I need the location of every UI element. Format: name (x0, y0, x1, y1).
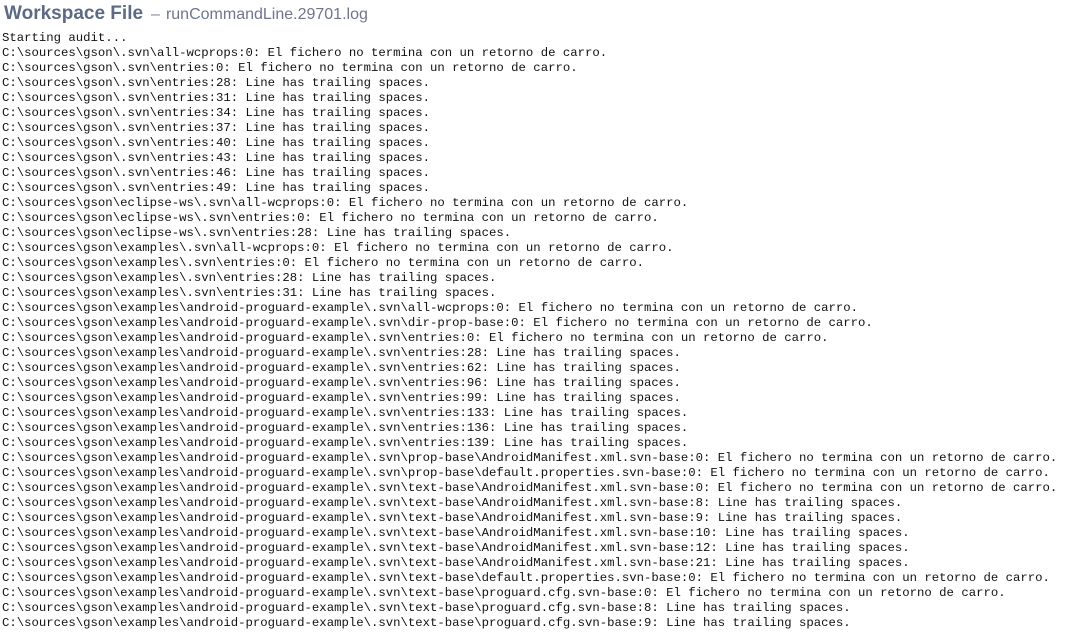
log-line: C:\sources\gson\examples\android-proguar… (2, 436, 689, 450)
log-line: C:\sources\gson\eclipse-ws\.svn\entries:… (2, 226, 512, 240)
log-line: C:\sources\gson\examples\android-proguar… (2, 301, 859, 315)
log-line: Starting audit... (2, 31, 128, 45)
log-line: C:\sources\gson\.svn\entries:0: El fiche… (2, 61, 578, 75)
page-header: Workspace File – runCommandLine.29701.log (4, 3, 368, 25)
log-line: C:\sources\gson\.svn\entries:40: Line ha… (2, 136, 431, 150)
log-line: C:\sources\gson\examples\android-proguar… (2, 526, 910, 540)
page-title: Workspace File (4, 3, 144, 24)
log-line: C:\sources\gson\examples\android-proguar… (2, 451, 1058, 465)
log-line: C:\sources\gson\eclipse-ws\.svn\all-wcpr… (2, 196, 689, 210)
log-output: Starting audit... C:\sources\gson\.svn\al… (2, 31, 1057, 631)
log-line: C:\sources\gson\.svn\all-wcprops:0: El f… (2, 46, 608, 60)
log-line: C:\sources\gson\examples\android-proguar… (2, 466, 1050, 480)
log-line: C:\sources\gson\examples\android-proguar… (2, 601, 851, 615)
log-line: C:\sources\gson\examples\android-proguar… (2, 391, 681, 405)
log-line: C:\sources\gson\.svn\entries:49: Line ha… (2, 181, 431, 195)
log-line: C:\sources\gson\.svn\entries:31: Line ha… (2, 91, 431, 105)
log-line: C:\sources\gson\.svn\entries:43: Line ha… (2, 151, 431, 165)
log-line: C:\sources\gson\examples\.svn\entries:28… (2, 271, 497, 285)
log-line: C:\sources\gson\examples\android-proguar… (2, 316, 873, 330)
log-line: C:\sources\gson\.svn\entries:37: Line ha… (2, 121, 431, 135)
log-line: C:\sources\gson\eclipse-ws\.svn\entries:… (2, 211, 659, 225)
file-name: runCommandLine.29701.log (165, 6, 368, 23)
log-line: C:\sources\gson\examples\.svn\entries:31… (2, 286, 497, 300)
log-line: C:\sources\gson\examples\android-proguar… (2, 481, 1058, 495)
log-line: C:\sources\gson\examples\android-proguar… (2, 331, 829, 345)
log-line: C:\sources\gson\examples\android-proguar… (2, 511, 903, 525)
log-line: C:\sources\gson\examples\android-proguar… (2, 556, 910, 570)
log-line: C:\sources\gson\examples\android-proguar… (2, 361, 681, 375)
log-line: C:\sources\gson\examples\android-proguar… (2, 421, 689, 435)
log-line: C:\sources\gson\examples\android-proguar… (2, 586, 1006, 600)
title-separator: – (151, 6, 160, 23)
log-line: C:\sources\gson\examples\android-proguar… (2, 346, 681, 360)
log-line: C:\sources\gson\examples\.svn\all-wcprop… (2, 241, 674, 255)
log-line: C:\sources\gson\.svn\entries:46: Line ha… (2, 166, 431, 180)
log-line: C:\sources\gson\examples\android-proguar… (2, 406, 689, 420)
log-line: C:\sources\gson\examples\android-proguar… (2, 571, 1050, 585)
log-line: C:\sources\gson\.svn\entries:34: Line ha… (2, 106, 431, 120)
log-line: C:\sources\gson\examples\.svn\entries:0:… (2, 256, 645, 270)
log-line: C:\sources\gson\examples\android-proguar… (2, 376, 681, 390)
log-line: C:\sources\gson\examples\android-proguar… (2, 616, 851, 630)
log-line: C:\sources\gson\.svn\entries:28: Line ha… (2, 76, 431, 90)
log-line: C:\sources\gson\examples\android-proguar… (2, 541, 910, 555)
log-line: C:\sources\gson\examples\android-proguar… (2, 496, 903, 510)
